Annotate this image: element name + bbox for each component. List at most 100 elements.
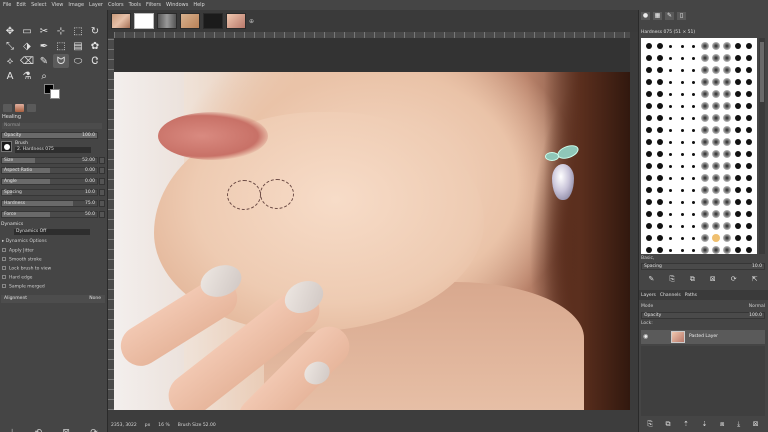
brush-preset[interactable] (733, 208, 744, 220)
brush-preset[interactable] (699, 52, 710, 64)
tool-icon[interactable]: ⬭ (70, 54, 86, 68)
brush-preset[interactable] (654, 112, 665, 124)
brush-preset[interactable] (654, 124, 665, 136)
brush-preset[interactable] (677, 124, 688, 136)
brush-preset[interactable] (688, 196, 699, 208)
size-slider[interactable]: Size 52.00 (1, 157, 98, 164)
tool-icon[interactable]: ▭ (19, 24, 35, 38)
brush-preset[interactable] (699, 124, 710, 136)
brush-preset[interactable] (744, 40, 755, 52)
brush-preset[interactable] (699, 184, 710, 196)
tool-icon[interactable]: ✎ (36, 54, 52, 68)
brush-preset[interactable] (710, 76, 721, 88)
force-slider[interactable]: Force 50.0 (1, 211, 98, 218)
brush-preset[interactable] (721, 112, 732, 124)
brush-preset[interactable] (733, 196, 744, 208)
brush-preset[interactable] (721, 244, 732, 254)
brush-preset[interactable] (699, 160, 710, 172)
brush-preset[interactable] (665, 196, 676, 208)
brush-preset[interactable] (721, 208, 732, 220)
color-swatches[interactable] (38, 84, 62, 100)
brush-preset[interactable] (688, 64, 699, 76)
dynamics-field[interactable]: Dynamics Off (14, 229, 90, 235)
angle-reset-button[interactable] (99, 178, 105, 185)
brush-preset[interactable] (710, 52, 721, 64)
brush-grid[interactable] (641, 38, 757, 254)
brush-preset[interactable] (721, 220, 732, 232)
tool-icon[interactable]: ✥ (2, 24, 18, 38)
tool-icon[interactable]: ⬚ (70, 24, 86, 38)
brush-preset[interactable] (733, 64, 744, 76)
brush-preset[interactable] (643, 52, 654, 64)
brush-preset[interactable] (688, 208, 699, 220)
size-reset-button[interactable] (99, 157, 105, 164)
tab-layers[interactable]: Layers (641, 293, 656, 298)
brush-preset[interactable] (665, 64, 676, 76)
brush-preset[interactable] (710, 220, 721, 232)
brush-preview[interactable] (1, 141, 12, 152)
brush-preset[interactable] (643, 88, 654, 100)
brush-preset[interactable] (643, 40, 654, 52)
tool-icon[interactable]: ⌕ (36, 69, 52, 83)
brush-preset[interactable] (677, 172, 688, 184)
brush-preset[interactable] (744, 148, 755, 160)
tool-icon[interactable]: ✿ (87, 39, 103, 53)
brush-preset[interactable] (643, 160, 654, 172)
brush-preset[interactable] (699, 40, 710, 52)
brush-preset[interactable] (733, 220, 744, 232)
images-tab[interactable] (15, 104, 24, 112)
document-history-tab[interactable]: ▯ (677, 12, 686, 20)
brush-preset[interactable] (665, 148, 676, 160)
merge-down-icon[interactable]: ⤓ (737, 420, 740, 429)
brush-preset[interactable] (688, 88, 699, 100)
brush-preset[interactable] (665, 208, 676, 220)
brush-name-field[interactable]: 2. Hardness 075 (15, 147, 91, 153)
brush-preset[interactable] (710, 172, 721, 184)
brush-preset[interactable] (733, 184, 744, 196)
brush-selector[interactable]: Brush 2. Hardness 075 (1, 141, 91, 153)
brush-preset[interactable] (710, 196, 721, 208)
brush-preset[interactable] (665, 52, 676, 64)
hardness-reset-button[interactable] (99, 200, 105, 207)
brush-preset[interactable] (721, 172, 732, 184)
brush-preset[interactable] (699, 112, 710, 124)
tab-paths[interactable]: Paths (685, 293, 697, 298)
brush-preset[interactable] (733, 160, 744, 172)
brush-preset[interactable] (643, 148, 654, 160)
brush-preset[interactable] (688, 184, 699, 196)
brush-preset[interactable] (710, 40, 721, 52)
layer-name[interactable]: Pasted Layer (689, 334, 718, 339)
brush-preset[interactable] (665, 124, 676, 136)
duplicate-brush-icon[interactable]: ⧉ (690, 275, 695, 284)
brush-preset[interactable] (665, 160, 676, 172)
brushes-tab[interactable]: ● (641, 12, 650, 20)
brush-preset[interactable] (733, 88, 744, 100)
menu-image[interactable]: Image (68, 2, 84, 8)
brush-preset[interactable] (643, 232, 654, 244)
brush-preset[interactable] (721, 184, 732, 196)
brush-preset[interactable] (733, 172, 744, 184)
brush-preset[interactable] (744, 88, 755, 100)
tool-icon[interactable]: ⌫ (19, 54, 35, 68)
brush-preset[interactable] (721, 196, 732, 208)
layer-opacity-slider[interactable]: Opacity 100.0 (641, 312, 765, 319)
image-tab[interactable] (111, 13, 131, 29)
brush-preset[interactable] (744, 100, 755, 112)
brush-preset[interactable] (721, 76, 732, 88)
brush-preset[interactable] (699, 172, 710, 184)
fonts-tab[interactable]: ✎ (665, 12, 674, 20)
checkbox[interactable] (2, 266, 6, 270)
save-options-icon[interactable]: ⤓ (10, 428, 14, 432)
brush-preset[interactable] (721, 124, 732, 136)
brush-preset[interactable] (677, 232, 688, 244)
brush-preset[interactable] (654, 220, 665, 232)
brush-preset[interactable] (643, 172, 654, 184)
brush-preset[interactable] (688, 220, 699, 232)
brush-preset[interactable] (643, 244, 654, 254)
brush-preset[interactable] (654, 208, 665, 220)
brush-preset[interactable] (721, 52, 732, 64)
alignment-select[interactable]: Alignment None (1, 295, 105, 303)
brush-preset[interactable] (643, 136, 654, 148)
spacing-reset-button[interactable] (99, 189, 105, 196)
brush-preset[interactable] (654, 76, 665, 88)
